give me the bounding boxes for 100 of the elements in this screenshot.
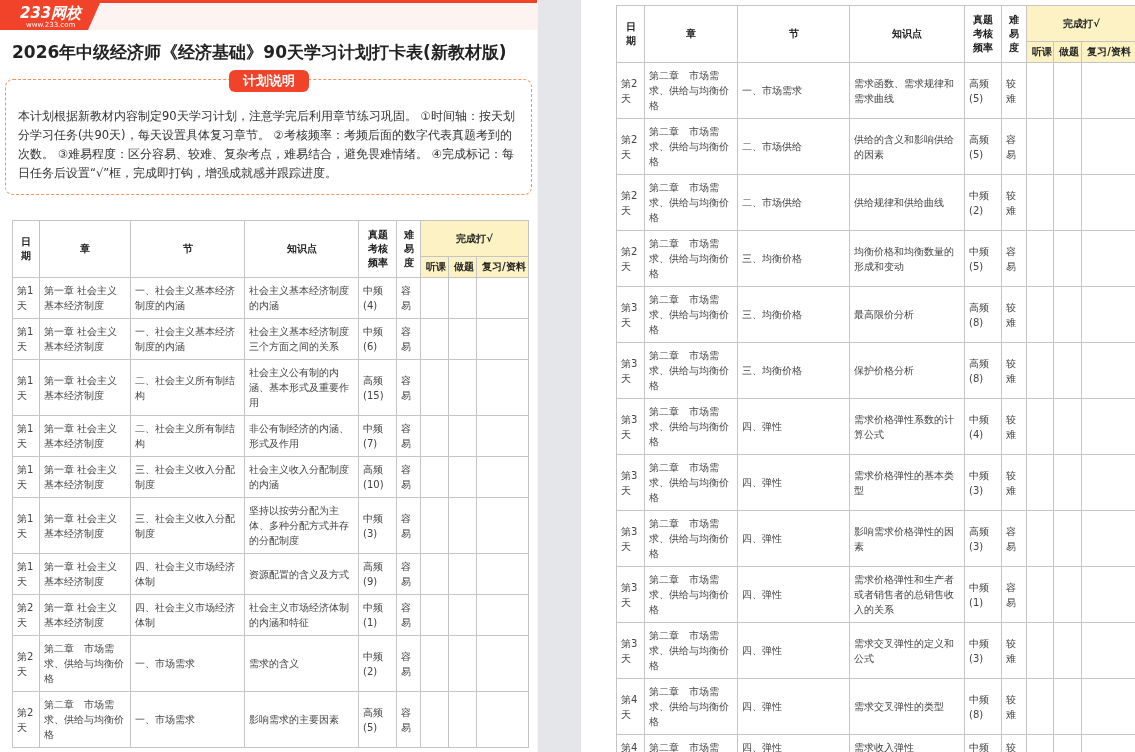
section-cell: 四、弹性 — [737, 622, 850, 679]
difficulty-cell: 较难 — [1001, 342, 1027, 399]
difficulty-cell: 容易 — [396, 359, 421, 416]
chapter-cell: 第二章 市场需求、供给与均衡价格 — [644, 510, 738, 567]
difficulty-cell: 容易 — [396, 318, 421, 360]
difficulty-cell: 容易 — [1001, 230, 1027, 287]
chapter-cell: 第二章 市场需求、供给与均衡价格 — [644, 398, 738, 455]
chapter-cell: 第一章 社会主义基本经济制度 — [39, 594, 131, 636]
point-cell: 社会主义市场经济体制的内涵和特征 — [244, 594, 359, 636]
date-cell: 第4 — [616, 734, 645, 752]
chapter-cell: 第一章 社会主义基本经济制度 — [39, 277, 131, 319]
column-header: 知识点 — [849, 5, 965, 63]
chapter-cell: 第二章 市场需求、供给与均衡价格 — [644, 342, 738, 399]
difficulty-cell: 容易 — [396, 497, 421, 554]
section-cell: 一、社会主义基本经济制度的内涵 — [130, 277, 245, 319]
date-cell: 第2天 — [12, 594, 40, 636]
point-cell: 坚持以按劳分配为主体、多种分配方式并存的分配制度 — [244, 497, 359, 554]
chapter-cell: 第一章 社会主义基本经济制度 — [39, 318, 131, 360]
point-cell: 保护价格分析 — [849, 342, 965, 399]
date-cell: 第1天 — [12, 415, 40, 457]
point-cell: 需求价格弹性系数的计算公式 — [849, 398, 965, 455]
frequency-cell: 中频(4) — [964, 398, 1002, 455]
section-cell: 三、社会主义收入分配制度 — [130, 497, 245, 554]
difficulty-cell: 容易 — [396, 456, 421, 498]
date-cell: 第2天 — [616, 118, 645, 175]
section-cell: 一、社会主义基本经济制度的内涵 — [130, 318, 245, 360]
section-cell: 一、市场需求 — [130, 691, 245, 748]
frequency-cell: 高频(5) — [964, 62, 1002, 119]
frequency-cell: 中频(3) — [358, 497, 397, 554]
date-cell: 第2天 — [616, 174, 645, 231]
section-cell: 四、弹性 — [737, 678, 850, 735]
chapter-cell: 第二章 市场需求、供给与均衡价格 — [644, 118, 738, 175]
point-cell: 需求交叉弹性的类型 — [849, 678, 965, 735]
section-cell: 三、均衡价格 — [737, 230, 850, 287]
difficulty-cell: 容易 — [396, 553, 421, 595]
difficulty-cell: 较难 — [1001, 286, 1027, 343]
point-cell: 社会主义基本经济制度三个方面之间的关系 — [244, 318, 359, 360]
difficulty-cell: 较难 — [1001, 174, 1027, 231]
section-cell: 四、社会主义市场经济体制 — [130, 553, 245, 595]
frequency-cell: 中频(5) — [964, 230, 1002, 287]
point-cell: 供给的含义和影响供给的因素 — [849, 118, 965, 175]
section-cell: 一、市场需求 — [737, 62, 850, 119]
section-cell: 四、弹性 — [737, 454, 850, 511]
section-cell: 一、市场需求 — [130, 635, 245, 692]
date-cell: 第3天 — [616, 398, 645, 455]
section-cell: 三、均衡价格 — [737, 342, 850, 399]
difficulty-cell: 容易 — [396, 635, 421, 692]
date-cell: 第3天 — [616, 454, 645, 511]
date-cell: 第1天 — [12, 553, 40, 595]
column-header: 知识点 — [244, 220, 359, 278]
chapter-cell: 第一章 社会主义基本经济制度 — [39, 553, 131, 595]
column-header: 难易度 — [1001, 5, 1027, 63]
frequency-cell: 高频(8) — [964, 342, 1002, 399]
point-cell: 非公有制经济的内涵、形式及作用 — [244, 415, 359, 457]
point-cell: 影响需求的主要因素 — [244, 691, 359, 748]
chapter-cell: 第一章 社会主义基本经济制度 — [39, 456, 131, 498]
frequency-cell: 中频(2) — [964, 174, 1002, 231]
column-header: 真题考核频率 — [358, 220, 397, 278]
date-cell: 第3天 — [616, 286, 645, 343]
difficulty-cell: 容易 — [1001, 566, 1027, 623]
frequency-cell: 中频(1) — [964, 566, 1002, 623]
date-cell: 第3天 — [616, 342, 645, 399]
frequency-cell: 中频(3) — [964, 454, 1002, 511]
frequency-cell: 高频(3) — [964, 510, 1002, 567]
page-title: 2026年中级经济师《经济基础》90天学习计划打卡表(新教材版) — [12, 41, 508, 64]
point-cell: 需求价格弹性的基本类型 — [849, 454, 965, 511]
chapter-cell: 第一章 社会主义基本经济制度 — [39, 497, 131, 554]
section-cell: 三、均衡价格 — [737, 286, 850, 343]
section-cell: 二、市场供给 — [737, 118, 850, 175]
chapter-cell: 第二章 市场需求、供给与均衡价格 — [39, 635, 131, 692]
frequency-cell: 中频(1) — [358, 594, 397, 636]
difficulty-cell: 较难 — [1001, 454, 1027, 511]
chapter-cell: 第一章 社会主义基本经济制度 — [39, 415, 131, 457]
point-cell: 社会主义基本经济制度的内涵 — [244, 277, 359, 319]
point-cell: 社会主义公有制的内涵、基本形式及重要作用 — [244, 359, 359, 416]
column-header: 节 — [737, 5, 850, 63]
frequency-cell: 高频(8) — [964, 286, 1002, 343]
frequency-cell: 中频(3) — [964, 622, 1002, 679]
chapter-cell: 第二章 市场需求、供给与均衡价格 — [644, 62, 738, 119]
chapter-cell: 第二章 市场需求、供给与均衡价格 — [644, 566, 738, 623]
point-cell: 需求的含义 — [244, 635, 359, 692]
frequency-cell: 中频(2) — [358, 635, 397, 692]
date-cell: 第1天 — [12, 359, 40, 416]
point-cell: 供给规律和供给曲线 — [849, 174, 965, 231]
column-header: 章 — [39, 220, 131, 278]
point-cell: 社会主义收入分配制度的内涵 — [244, 456, 359, 498]
column-group-header: 完成打√ — [1026, 5, 1135, 42]
date-cell: 第2天 — [12, 635, 40, 692]
chapter-cell: 第二章 市场需求、供给与均衡价格 — [644, 678, 738, 735]
chapter-cell: 第一章 社会主义基本经济制度 — [39, 359, 131, 416]
chapter-cell: 第二章 市场需求、供给与均衡价格 — [644, 174, 738, 231]
column-header: 节 — [130, 220, 245, 278]
date-cell: 第2天 — [616, 62, 645, 119]
frequency-cell: 中频(7) — [358, 415, 397, 457]
date-cell: 第2天 — [12, 691, 40, 748]
frequency-cell: 中频(8) — [964, 678, 1002, 735]
frequency-cell: 高频(15) — [358, 359, 397, 416]
difficulty-cell: 较难 — [1001, 398, 1027, 455]
frequency-cell: 中频(4) — [358, 277, 397, 319]
plan-badge: 计划说明 — [228, 70, 309, 92]
